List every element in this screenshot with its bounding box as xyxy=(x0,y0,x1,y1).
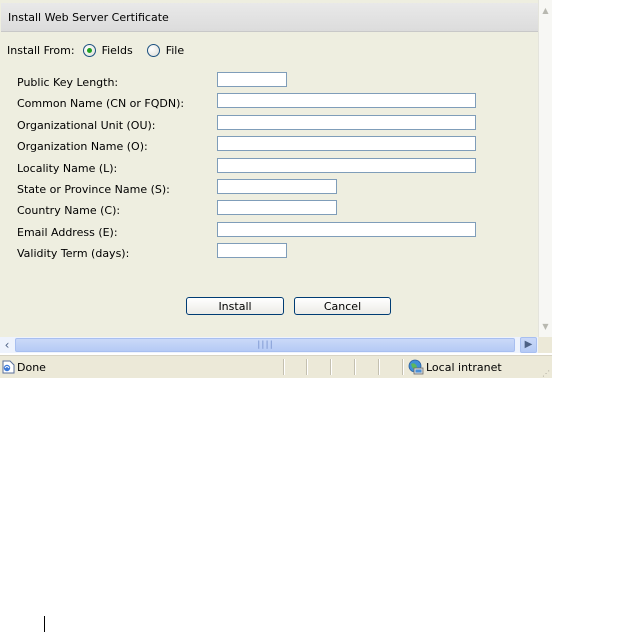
common-name-label: Common Name (CN or FQDN): xyxy=(17,97,185,110)
locality-name-input[interactable] xyxy=(217,158,476,173)
scroll-left-arrow-icon[interactable]: ‹ xyxy=(0,337,14,353)
security-zone-text: Local intranet xyxy=(426,361,502,374)
globe-computer-icon xyxy=(408,359,424,375)
organization-name-input[interactable] xyxy=(217,136,476,151)
status-divider xyxy=(330,359,332,375)
status-divider xyxy=(306,359,308,375)
scrollbar-corner xyxy=(538,337,552,353)
install-from-group: Install From: Fields File xyxy=(7,44,184,57)
organization-name-label: Organization Name (O): xyxy=(17,140,148,153)
scroll-down-arrow-icon[interactable]: ▼ xyxy=(539,320,552,334)
state-province-input[interactable] xyxy=(217,179,337,194)
page-done-icon xyxy=(2,360,15,374)
resize-grip-icon[interactable]: ⋰ xyxy=(542,369,550,378)
country-name-label: Country Name (C): xyxy=(17,204,121,217)
country-name-input[interactable] xyxy=(217,200,337,215)
scroll-grip-icon: ┃┃┃┃ xyxy=(256,341,274,349)
public-key-length-input[interactable] xyxy=(217,72,287,87)
public-key-length-label: Public Key Length: xyxy=(17,76,119,89)
email-address-input[interactable] xyxy=(217,222,476,237)
page-margin-mark xyxy=(44,616,45,632)
page-title: Install Web Server Certificate xyxy=(8,11,169,24)
organizational-unit-input[interactable] xyxy=(217,115,476,130)
file-radio[interactable] xyxy=(146,44,160,57)
common-name-input[interactable] xyxy=(217,93,476,108)
install-from-label: Install From: xyxy=(7,44,75,57)
organizational-unit-label: Organizational Unit (OU): xyxy=(17,119,156,132)
state-province-label: State or Province Name (S): xyxy=(17,183,170,196)
page-content: Install Web Server Certificate Install F… xyxy=(0,0,538,337)
fields-radio-label[interactable]: Fields xyxy=(102,44,133,57)
file-radio-label[interactable]: File xyxy=(166,44,184,57)
fields-radio[interactable] xyxy=(82,44,96,57)
email-address-label: Email Address (E): xyxy=(17,226,118,239)
validity-term-input[interactable] xyxy=(217,243,287,258)
browser-window: Install Web Server Certificate Install F… xyxy=(0,0,552,378)
status-divider xyxy=(354,359,356,375)
horizontal-scroll-thumb[interactable]: ┃┃┃┃ xyxy=(15,338,515,352)
horizontal-scrollbar[interactable]: ‹ ┃┃┃┃ ▶ xyxy=(0,337,538,353)
status-divider xyxy=(378,359,380,375)
page-header: Install Web Server Certificate xyxy=(1,3,538,32)
cancel-button[interactable]: Cancel xyxy=(294,297,391,315)
scroll-up-arrow-icon[interactable]: ▲ xyxy=(539,4,552,18)
scroll-right-arrow-icon[interactable]: ▶ xyxy=(520,337,537,353)
status-divider xyxy=(402,359,404,375)
status-bar: Done Local intranet ⋰ xyxy=(0,355,552,378)
validity-term-label: Validity Term (days): xyxy=(17,247,130,260)
vertical-scrollbar[interactable]: ▲ ▼ xyxy=(538,0,552,337)
locality-name-label: Locality Name (L): xyxy=(17,162,118,175)
status-divider xyxy=(283,359,285,375)
install-button[interactable]: Install xyxy=(186,297,284,315)
status-text: Done xyxy=(17,361,46,374)
